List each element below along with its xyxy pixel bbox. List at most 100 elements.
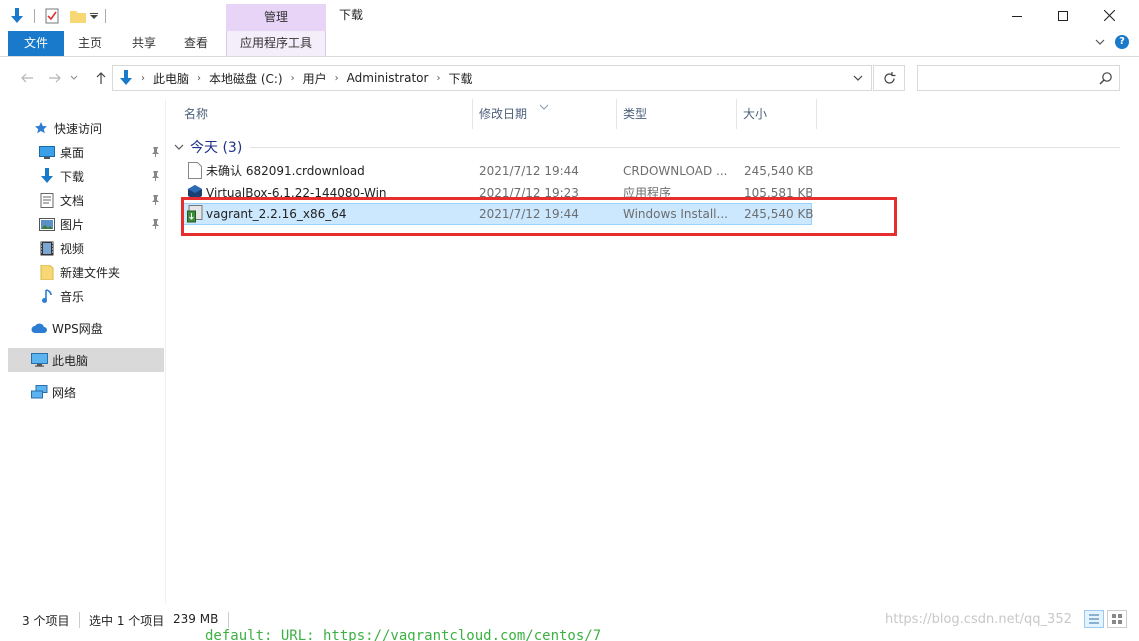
download-arrow-icon[interactable] [8,7,26,25]
nav-item-music[interactable]: 音乐 [0,284,164,308]
sort-arrow-icon [539,99,549,113]
status-selected-count: 选中 1 个项目 [89,614,165,628]
group-divider [250,147,1120,148]
forward-button[interactable] [44,67,66,89]
search-input[interactable] [917,65,1120,91]
file-date: 2021/7/12 19:23 [479,186,579,197]
properties-icon[interactable] [43,7,61,25]
breadcrumb-this-pc[interactable]: 此电脑 [153,70,189,87]
nav-item-quick-access[interactable]: 快速访问 [0,116,164,140]
nav-label: 桌面 [60,145,85,160]
file-date: 2021/7/12 19:44 [479,164,579,178]
address-bar[interactable]: › 此电脑 › 本地磁盘 (C:) › 用户 › Administrator › 下载 [112,65,872,91]
nav-item-network[interactable]: 网络 [0,380,164,404]
back-button[interactable] [16,67,38,89]
window-title: 下载 [339,8,364,22]
navigation-pane: 快速访问 桌面 下载 文档 图片 视频 新建文件夹 音乐 WPS网盘 此电脑 网… [0,99,165,604]
group-header-today[interactable]: 今天 (3) [174,137,242,157]
status-separator [228,612,229,628]
group-label: 今天 (3) [190,140,243,156]
nav-item-desktop[interactable]: 桌面 [0,140,164,164]
pin-icon[interactable] [150,218,160,232]
tab-manage[interactable]: 管理 [226,4,326,31]
pin-icon[interactable] [150,146,160,160]
file-name: 未确认 682091.crdownload [206,164,365,178]
expand-ribbon-icon[interactable] [1095,35,1105,49]
customize-toolbar-icon[interactable] [89,7,99,25]
column-header-size[interactable]: 大小 [737,99,817,129]
close-button[interactable] [1086,0,1132,31]
nav-label: WPS网盘 [52,321,103,336]
nav-label: 下载 [60,169,85,184]
status-selected-size: 239 MB [173,612,219,626]
tab-application-tools[interactable]: 应用程序工具 [226,31,326,56]
status-separator [79,612,80,628]
large-icons-view-button[interactable] [1107,610,1127,628]
file-type: CRDOWNLOAD ... [623,164,728,178]
new-folder-icon[interactable] [69,7,87,25]
tab-view[interactable]: 查看 [170,31,222,56]
maximize-button[interactable] [1040,0,1086,31]
music-icon [38,287,56,305]
nav-label: 此电脑 [52,353,89,368]
ribbon-right-controls: ? [1095,35,1129,49]
file-row[interactable]: VirtualBox-6.1.22-144080-Win 2021/7/12 1… [182,183,812,197]
breadcrumb-downloads[interactable]: 下载 [448,70,472,87]
network-icon [30,383,48,401]
blank-file-icon [188,162,202,183]
nav-label: 视频 [60,241,85,256]
breadcrumb-local-disk[interactable]: 本地磁盘 (C:) [209,70,283,87]
address-row: › 此电脑 › 本地磁盘 (C:) › 用户 › Administrator › 下载 [0,57,1139,99]
nav-label: 快速访问 [54,121,103,136]
quick-access-toolbar [0,0,106,31]
highlight-annotation [181,197,897,236]
pin-icon[interactable] [150,170,160,184]
details-view-button[interactable] [1084,610,1104,628]
tab-share[interactable]: 共享 [118,31,170,56]
collapse-chevron-icon[interactable] [174,144,184,151]
toolbar-separator [105,8,106,23]
virtualbox-icon [187,184,203,197]
tab-file[interactable]: 文件 [8,31,64,56]
watermark-text: https://blog.csdn.net/qq_352 [885,612,1072,627]
picture-icon [38,215,56,233]
download-arrow-icon [38,167,56,185]
computer-icon [30,351,48,369]
ribbon-tabs: 文件 主页 共享 查看 应用程序工具 ? [0,31,1139,57]
nav-label: 图片 [60,217,85,232]
desktop-icon [38,143,56,161]
file-row[interactable]: 未确认 682091.crdownload 2021/7/12 19:44 CR… [182,161,814,183]
nav-item-new-folder[interactable]: 新建文件夹 [0,260,164,284]
help-icon[interactable]: ? [1115,35,1129,49]
folder-icon [38,263,56,281]
title-bar: 管理 下载 [0,0,1139,31]
nav-label: 网络 [52,385,77,400]
nav-item-this-pc[interactable]: 此电脑 [8,348,164,372]
up-button[interactable] [90,67,112,89]
nav-item-videos[interactable]: 视频 [0,236,164,260]
nav-label: 新建文件夹 [60,265,121,280]
breadcrumb-users[interactable]: 用户 [303,70,327,87]
tab-home[interactable]: 主页 [64,31,116,56]
nav-label: 文档 [60,193,85,208]
breadcrumb-administrator[interactable]: Administrator [347,71,429,85]
recent-locations-button[interactable] [66,67,82,89]
column-header-type[interactable]: 类型 [617,99,737,129]
file-name: VirtualBox-6.1.22-144080-Win [206,186,387,197]
nav-item-wps-drive[interactable]: WPS网盘 [0,316,164,340]
minimize-button[interactable] [994,0,1040,31]
column-header-name[interactable]: 名称 [178,99,473,129]
background-terminal-text: default: URL: https://vagrantcloud.com/c… [205,628,602,641]
nav-item-pictures[interactable]: 图片 [0,212,164,236]
document-icon [38,191,56,209]
address-dropdown-icon[interactable] [853,74,863,82]
star-icon [32,119,50,137]
download-arrow-icon [119,70,133,86]
refresh-button[interactable] [873,65,905,91]
nav-item-downloads[interactable]: 下载 [0,164,164,188]
file-list-pane: 名称 修改日期 类型 大小 今天 (3) 未确认 682091.crdownlo… [166,99,1129,604]
file-size: 105,581 KB [744,186,812,197]
video-icon [38,239,56,257]
nav-item-documents[interactable]: 文档 [0,188,164,212]
pin-icon[interactable] [150,194,160,208]
